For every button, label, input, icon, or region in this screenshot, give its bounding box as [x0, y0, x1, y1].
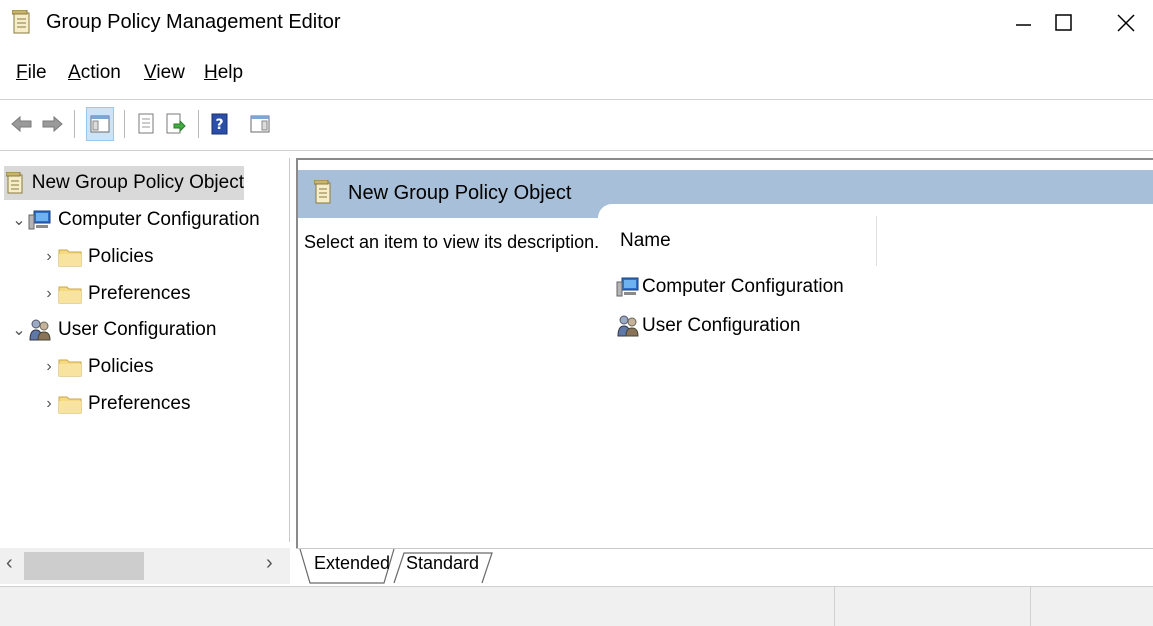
toolbar-separator	[74, 110, 75, 138]
column-header-name[interactable]: Name	[620, 230, 671, 252]
details-title: New Group Policy Object	[348, 182, 572, 204]
maximize-button[interactable]	[1034, 0, 1094, 46]
folder-icon	[58, 245, 82, 269]
show-hide-action-pane-button[interactable]	[246, 107, 274, 141]
list-item-label: Computer Configuration	[642, 276, 844, 297]
chevron-down-icon[interactable]: ⌄	[10, 320, 28, 340]
properties-icon	[138, 113, 154, 134]
list-item-computer-configuration[interactable]: Computer Configuration	[616, 272, 844, 302]
description-text: Select an item to view its description.	[304, 232, 600, 252]
computer-configuration-icon	[616, 275, 640, 299]
forward-button[interactable]	[38, 107, 66, 141]
tree-item-label: Computer Configuration	[58, 209, 260, 230]
tab-extended[interactable]: Extended	[306, 549, 398, 583]
column-separator[interactable]	[876, 216, 877, 266]
console-tree: New Group Policy Object ⌄ Computer Confi…	[0, 158, 290, 542]
view-tabs: Extended Standard	[296, 548, 1153, 584]
title-bar: Group Policy Management Editor	[0, 0, 1153, 50]
scroll-right-icon[interactable]: ›	[266, 552, 273, 575]
menu-file-rest: ile	[27, 62, 47, 83]
details-header: New Group Policy Object	[298, 170, 1153, 218]
folder-icon	[58, 392, 82, 416]
back-button[interactable]	[8, 107, 36, 141]
tree-item-label: Policies	[88, 356, 154, 377]
menu-help-rest: elp	[217, 62, 244, 83]
export-list-icon	[166, 113, 186, 134]
toolbar-separator	[124, 110, 125, 138]
minimize-icon	[1016, 24, 1031, 26]
details-pane: New Group Policy Object Select an item t…	[296, 158, 1153, 548]
user-configuration-icon	[28, 318, 52, 342]
show-hide-tree-button[interactable]	[86, 107, 114, 141]
chevron-right-icon[interactable]: ›	[40, 285, 58, 303]
export-list-button[interactable]	[162, 107, 190, 141]
tree-item-computer-policies[interactable]: › Policies	[40, 240, 153, 274]
back-icon	[11, 115, 32, 133]
properties-button[interactable]	[132, 107, 160, 141]
tree-item-gpo-root[interactable]: New Group Policy Object	[4, 166, 244, 200]
tree-item-label: New Group Policy Object	[31, 172, 244, 193]
toolbar-separator	[198, 110, 199, 138]
status-separator	[834, 587, 835, 626]
menu-view-rest: iew	[156, 62, 185, 83]
menu-bar: File Action View Help	[0, 58, 1153, 94]
chevron-right-icon[interactable]: ›	[40, 358, 58, 376]
gpo-document-icon	[11, 9, 32, 36]
tab-standard[interactable]: Standard	[398, 549, 487, 583]
menu-view-accel: V	[144, 62, 157, 83]
menu-help-accel: H	[204, 62, 218, 83]
menu-file[interactable]: File	[16, 62, 47, 84]
maximize-icon	[1055, 14, 1072, 31]
toolbar-separator-line	[0, 150, 1153, 151]
close-icon	[1117, 14, 1135, 32]
computer-configuration-icon	[28, 208, 52, 232]
scroll-left-icon[interactable]: ‹	[6, 552, 13, 575]
close-button[interactable]	[1096, 0, 1153, 46]
tree-item-label: Policies	[88, 246, 154, 267]
tree-item-user-configuration[interactable]: ⌄ User Configuration	[10, 313, 216, 347]
help-icon: ?	[211, 113, 228, 135]
tree-item-user-policies[interactable]: › Policies	[40, 350, 153, 384]
menu-file-accel: F	[16, 62, 28, 83]
chevron-right-icon[interactable]: ›	[40, 248, 58, 266]
tree-item-label: User Configuration	[58, 319, 217, 340]
forward-icon	[42, 115, 63, 133]
help-button[interactable]: ?	[206, 107, 234, 141]
tree-item-label: Preferences	[88, 283, 191, 304]
tree-horizontal-scrollbar[interactable]: ‹ ›	[0, 548, 290, 584]
list-item-label: User Configuration	[642, 315, 801, 336]
status-bar	[0, 586, 1153, 626]
gpo-document-icon	[4, 171, 26, 195]
tree-item-computer-preferences[interactable]: › Preferences	[40, 277, 190, 311]
show-hide-action-pane-icon	[250, 115, 270, 133]
menu-separator	[0, 99, 1153, 100]
menu-action[interactable]: Action	[68, 62, 121, 84]
tree-item-label: Preferences	[88, 393, 191, 414]
menu-view[interactable]: View	[144, 62, 185, 84]
user-configuration-icon	[616, 314, 640, 338]
folder-icon	[58, 282, 82, 306]
status-separator	[1030, 587, 1031, 626]
gpo-document-icon	[313, 179, 332, 210]
list-item-user-configuration[interactable]: User Configuration	[616, 311, 800, 341]
toolbar: ?	[0, 102, 1153, 146]
window-title: Group Policy Management Editor	[46, 11, 341, 33]
menu-help[interactable]: Help	[204, 62, 243, 84]
chevron-down-icon[interactable]: ⌄	[10, 210, 28, 230]
menu-action-accel: A	[68, 62, 81, 83]
show-hide-tree-icon	[90, 115, 110, 133]
tree-item-computer-configuration[interactable]: ⌄ Computer Configuration	[10, 203, 260, 237]
menu-action-rest: ction	[80, 62, 121, 83]
svg-text:?: ?	[215, 117, 223, 133]
tree-item-user-preferences[interactable]: › Preferences	[40, 387, 190, 421]
folder-icon	[58, 355, 82, 379]
chevron-right-icon[interactable]: ›	[40, 395, 58, 413]
scrollbar-thumb[interactable]	[24, 552, 144, 580]
